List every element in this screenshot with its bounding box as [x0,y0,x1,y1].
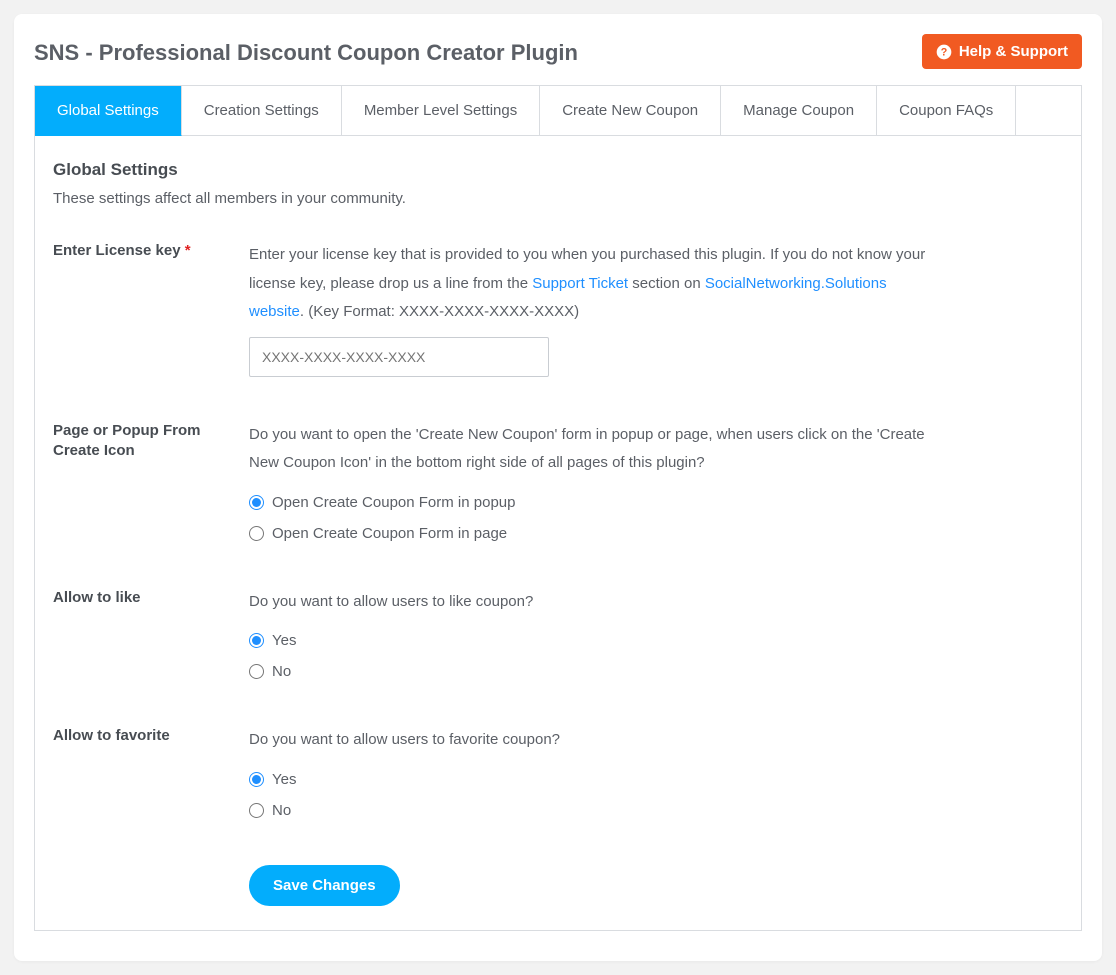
field-license-key: Enter License key * Enter your license k… [53,241,1063,377]
allow-like-option-no[interactable]: No [272,661,291,682]
tab-coupon-faqs[interactable]: Coupon FAQs [877,86,1016,136]
field-allow-favorite: Allow to favorite Do you want to allow u… [53,726,1063,821]
panel-description: These settings affect all members in you… [53,190,1063,207]
allow-favorite-desc: Do you want to allow users to favorite c… [249,731,560,748]
page-title: SNS - Professional Discount Coupon Creat… [34,40,578,66]
help-support-button[interactable]: ? Help & Support [922,34,1082,69]
open-form-radio-page[interactable] [249,526,264,541]
allow-like-radio-no[interactable] [249,664,264,679]
allow-favorite-radio-no[interactable] [249,803,264,818]
allow-favorite-label: Allow to favorite [53,726,249,746]
field-open-form: Page or Popup From Create Icon Do you wa… [53,421,1063,544]
tab-global-settings[interactable]: Global Settings [35,86,182,136]
required-mark: * [185,242,191,259]
allow-like-label: Allow to like [53,588,249,608]
svg-text:?: ? [941,46,948,58]
allow-favorite-radio-yes[interactable] [249,772,264,787]
help-support-label: Help & Support [959,43,1068,60]
license-key-label: Enter License key * [53,241,249,261]
open-form-label: Page or Popup From Create Icon [53,421,249,462]
open-form-radio-popup[interactable] [249,495,264,510]
license-desc-2: section on [628,275,705,292]
settings-card: SNS - Professional Discount Coupon Creat… [14,14,1102,961]
panel-title: Global Settings [53,160,1063,180]
tab-creation-settings[interactable]: Creation Settings [182,86,342,136]
tab-member-level-settings[interactable]: Member Level Settings [342,86,540,136]
allow-favorite-option-yes[interactable]: Yes [272,769,296,790]
help-icon: ? [936,44,952,60]
tab-spacer [1016,86,1081,136]
allow-like-desc: Do you want to allow users to like coupo… [249,593,533,610]
tab-manage-coupon[interactable]: Manage Coupon [721,86,877,136]
allow-like-option-yes[interactable]: Yes [272,630,296,651]
allow-like-radio-yes[interactable] [249,633,264,648]
save-changes-button[interactable]: Save Changes [249,865,400,906]
support-ticket-link[interactable]: Support Ticket [532,275,628,292]
open-form-option-popup[interactable]: Open Create Coupon Form in popup [272,492,515,513]
open-form-option-page[interactable]: Open Create Coupon Form in page [272,523,507,544]
field-allow-like: Allow to like Do you want to allow users… [53,588,1063,683]
allow-favorite-option-no[interactable]: No [272,800,291,821]
open-form-desc: Do you want to open the 'Create New Coup… [249,426,925,472]
license-key-input[interactable] [249,337,549,377]
settings-panel: Global Settings These settings affect al… [34,136,1082,931]
tabs: Global Settings Creation Settings Member… [34,85,1082,136]
license-desc-3: . (Key Format: XXXX-XXXX-XXXX-XXXX) [300,303,579,320]
tab-create-new-coupon[interactable]: Create New Coupon [540,86,721,136]
